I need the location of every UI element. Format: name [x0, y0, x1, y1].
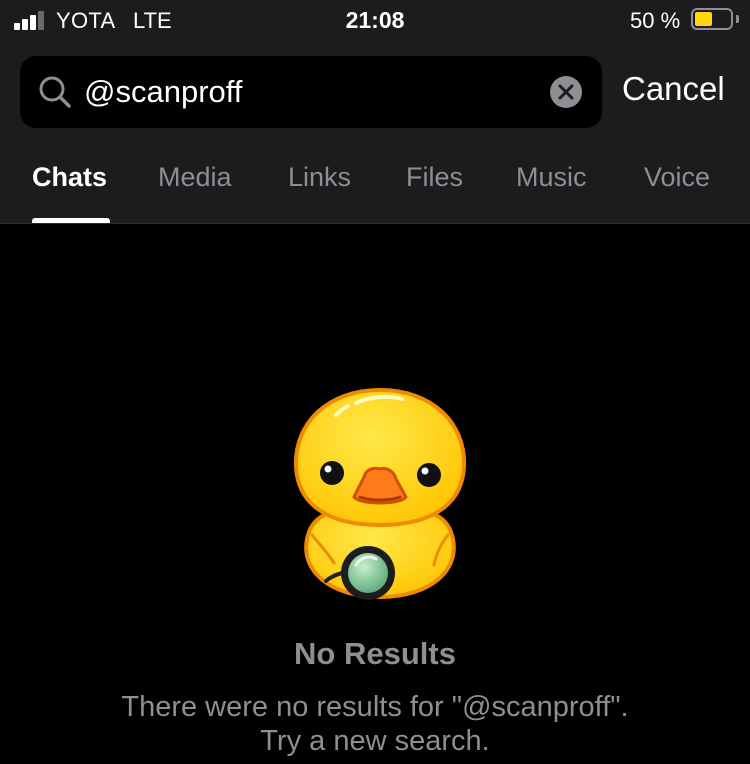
no-results-message: There were no results for "@scanproff". … — [0, 690, 750, 758]
search-field[interactable] — [20, 56, 602, 128]
battery-nub — [736, 15, 739, 23]
tab-links[interactable]: Links — [288, 162, 351, 193]
header-divider — [0, 223, 750, 224]
cancel-button[interactable]: Cancel — [622, 70, 725, 108]
no-results-line-2: Try a new search. — [260, 725, 490, 757]
search-input[interactable] — [84, 56, 544, 128]
tab-voice[interactable]: Voice — [644, 162, 710, 193]
duck-illustration — [293, 387, 467, 600]
tab-files[interactable]: Files — [406, 162, 463, 193]
search-icon — [39, 76, 71, 108]
no-results-line-1: There were no results for "@scanproff". — [121, 691, 629, 723]
battery-icon — [691, 8, 733, 30]
battery-percent: 50 % — [630, 8, 681, 33]
tab-media[interactable]: Media — [158, 162, 232, 193]
tab-chats[interactable]: Chats — [32, 162, 107, 193]
close-icon — [558, 84, 574, 100]
tab-music[interactable]: Music — [516, 162, 587, 193]
status-bar: YOTA LTE 21:08 50 % — [0, 0, 750, 40]
clear-search-button[interactable] — [550, 76, 582, 108]
no-results-title: No Results — [294, 636, 456, 671]
search-tabs: Chats Media Links Files Music Voice — [0, 150, 750, 224]
